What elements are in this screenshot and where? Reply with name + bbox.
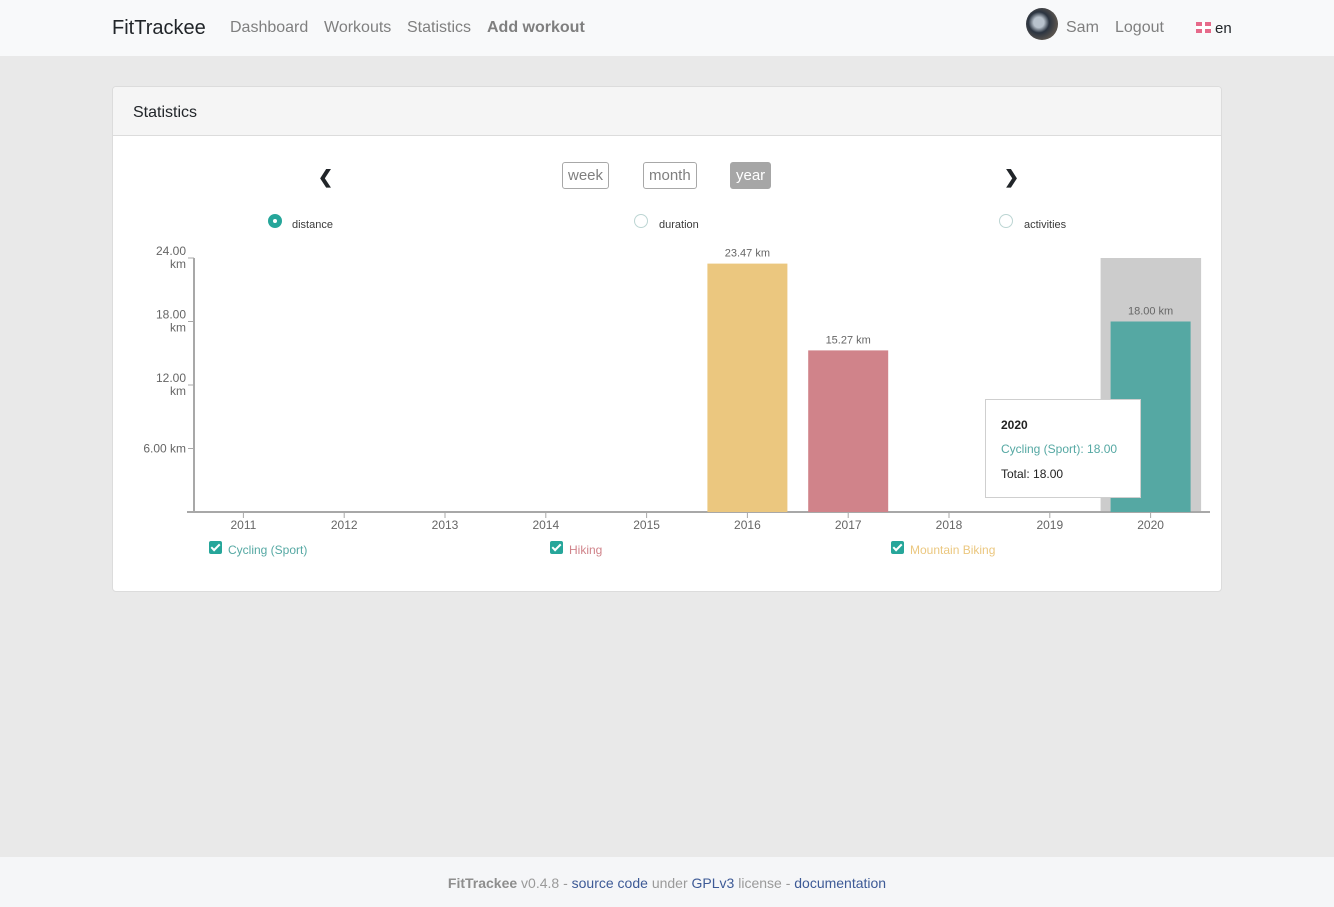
nav-user[interactable]: Sam	[1066, 19, 1099, 37]
nav-dashboard[interactable]: Dashboard	[230, 19, 308, 37]
y-tick-label-unit: km	[170, 321, 186, 335]
chart-tooltip: 2020 Cycling (Sport): 18.00 Total: 18.00	[985, 399, 1141, 498]
tooltip-series-value: Cycling (Sport): 18.00	[1001, 442, 1118, 456]
y-tick-label-unit: km	[170, 384, 186, 398]
legend-label: Hiking	[569, 543, 603, 557]
y-tick-label: 18.00	[156, 308, 186, 322]
x-tick-label: 2014	[532, 518, 559, 532]
nav-statistics[interactable]: Statistics	[407, 19, 471, 37]
nav-workouts[interactable]: Workouts	[324, 19, 391, 37]
legend-label: Cycling (Sport)	[228, 543, 308, 557]
y-tick-label-unit: km	[170, 257, 186, 271]
nav-logout[interactable]: Logout	[1115, 19, 1164, 37]
statistics-card: Statistics ❮ ❯ week month year distance …	[112, 86, 1222, 592]
bar-total-label: 23.47 km	[725, 248, 770, 260]
bar-total-label: 18.00 km	[1128, 306, 1173, 318]
tooltip-total: Total: 18.00	[1001, 467, 1064, 481]
navbar: FitTrackee Dashboard Workouts Statistics…	[0, 0, 1334, 56]
bar-mountain-biking-2016	[707, 263, 788, 512]
distance-chart: 6.00 km12.00km18.00km24.00km2011 2012 2013…	[143, 244, 1210, 532]
footer-version: v0.4.8 -	[521, 875, 568, 891]
x-tick-label: 2018	[936, 518, 963, 532]
nav-add-workout[interactable]: Add workout	[487, 19, 585, 37]
y-tick-label: 12.00	[156, 371, 186, 385]
footer-docs-link[interactable]: documentation	[794, 875, 886, 891]
y-tick-label: 6.00 km	[143, 442, 186, 456]
x-tick-label: 2013	[432, 518, 459, 532]
footer-license: license -	[738, 875, 791, 891]
bar-hiking-2017	[808, 350, 889, 512]
y-tick-label: 24.00	[156, 244, 186, 258]
x-tick-label: 2015	[633, 518, 660, 532]
x-tick-label: 2020	[1137, 518, 1164, 532]
x-tick-label: 2019	[1036, 518, 1063, 532]
legend-label: Mountain Biking	[910, 543, 996, 557]
checkbox-icon[interactable]	[891, 540, 904, 554]
flag-uk-icon[interactable]	[1196, 22, 1211, 33]
brand-logo[interactable]: FitTrackee	[112, 17, 206, 40]
legend-mountain-biking[interactable]: Mountain Biking	[891, 540, 996, 557]
language-selector[interactable]: en	[1215, 20, 1232, 37]
checkbox-icon[interactable]	[550, 540, 563, 554]
x-tick-label: 2012	[331, 518, 358, 532]
x-tick-label: 2016	[734, 518, 761, 532]
legend-hiking[interactable]: Hiking	[550, 540, 603, 557]
footer-app-name: FitTrackee	[447, 875, 518, 891]
x-tick-label: 2011	[230, 518, 256, 532]
bar-total-label: 15.27 km	[826, 334, 871, 346]
footer-source-link[interactable]: source code	[572, 875, 648, 891]
tooltip-title: 2020	[1001, 418, 1028, 432]
avatar[interactable]	[1026, 8, 1058, 40]
legend-cycling-sport[interactable]: Cycling (Sport)	[209, 540, 308, 557]
footer: FitTrackee v0.4.8 - source code under GP…	[0, 857, 1334, 907]
footer-license-link[interactable]: GPLv3	[692, 875, 735, 891]
checkbox-icon[interactable]	[209, 540, 222, 554]
footer-under: under	[651, 875, 688, 891]
x-tick-label: 2017	[835, 518, 862, 532]
